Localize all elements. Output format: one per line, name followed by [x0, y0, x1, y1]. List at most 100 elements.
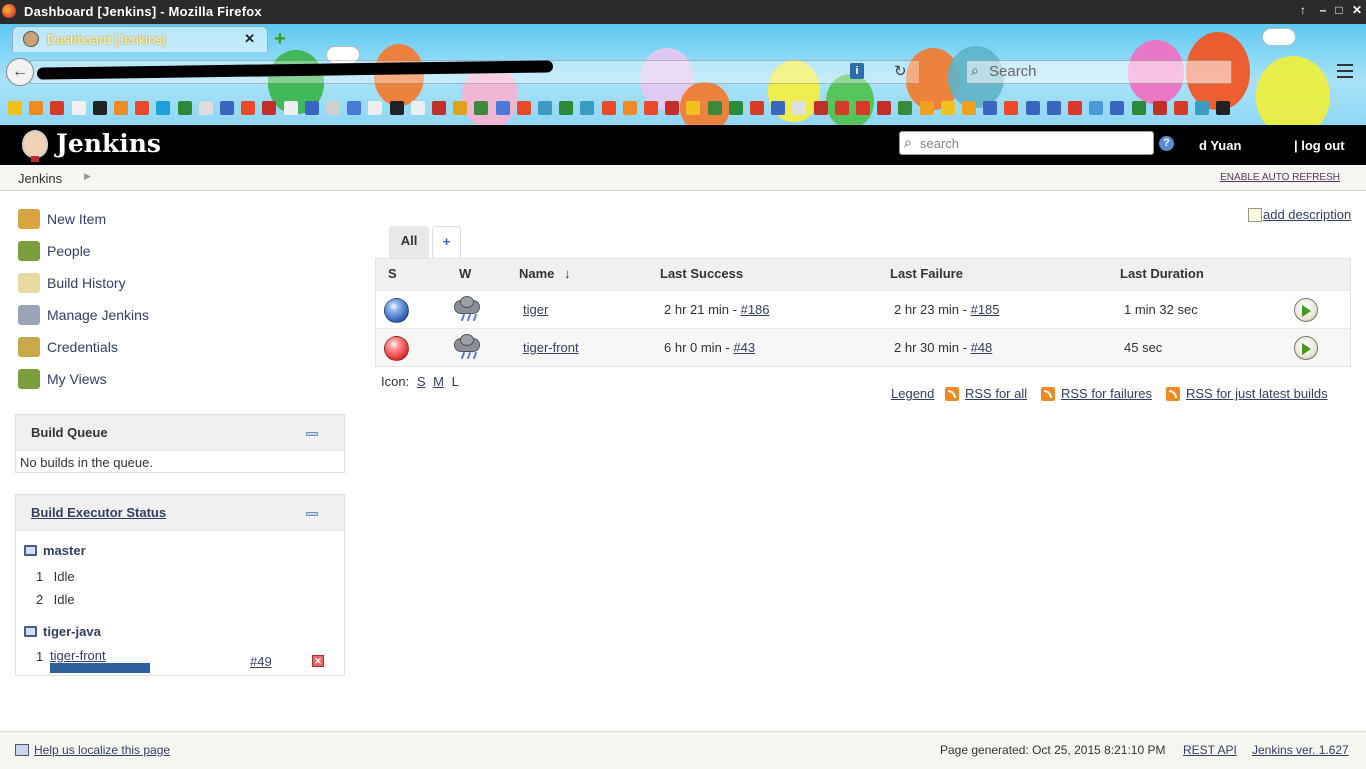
node-tiger-java[interactable]: tiger-java	[24, 624, 101, 639]
bookmark-favicon-icon[interactable]	[1068, 101, 1082, 115]
logout-link[interactable]: | log out	[1294, 138, 1345, 153]
reload-icon[interactable]: ↻	[894, 62, 907, 80]
bookmark-favicon-icon[interactable]	[665, 101, 680, 115]
bookmark-favicon-icon[interactable]	[156, 101, 171, 115]
bookmark-favicon-icon[interactable]	[347, 101, 362, 115]
window-maximize-button[interactable]: □	[1332, 3, 1346, 17]
bookmark-favicon-icon[interactable]	[389, 101, 404, 115]
bookmark-favicon-icon[interactable]	[559, 101, 574, 115]
bookmark-favicon-icon[interactable]	[707, 101, 722, 115]
bookmark-favicon-icon[interactable]	[283, 101, 298, 115]
bookmark-favicon-icon[interactable]	[1025, 101, 1040, 115]
breadcrumb-arrow-icon[interactable]: ▶	[84, 171, 91, 182]
last-failure-build-link[interactable]: #185	[971, 302, 1000, 317]
bookmark-favicon-icon[interactable]	[1046, 101, 1061, 115]
bookmark-favicon-icon[interactable]	[919, 101, 934, 115]
window-close-button[interactable]: ✕	[1350, 3, 1364, 17]
executor-progress-bar[interactable]	[50, 663, 150, 673]
bookmark-favicon-icon[interactable]	[198, 101, 213, 115]
col-status[interactable]: S	[388, 266, 397, 281]
col-last-duration[interactable]: Last Duration	[1120, 266, 1204, 281]
bookmark-favicon-icon[interactable]	[856, 101, 870, 115]
thunderstorm-icon[interactable]	[452, 296, 482, 322]
rss-latest-link[interactable]: RSS for just latest builds	[1166, 386, 1328, 401]
tab-new-view[interactable]: +	[432, 226, 461, 258]
breadcrumb-jenkins[interactable]: Jenkins	[18, 171, 62, 186]
bookmark-favicon-icon[interactable]	[962, 101, 976, 115]
bookmark-favicon-icon[interactable]	[495, 101, 510, 115]
bookmark-favicon-icon[interactable]	[71, 101, 86, 115]
last-failure-build-link[interactable]: #48	[971, 340, 993, 355]
bookmark-favicon-icon[interactable]	[601, 101, 616, 115]
back-button[interactable]: ←	[6, 58, 34, 86]
jenkins-brand[interactable]: Jenkins	[56, 129, 161, 158]
help-icon[interactable]: ?	[1159, 136, 1174, 151]
bookmark-favicon-icon[interactable]	[1152, 101, 1167, 115]
user-name-link[interactable]: d Yuan	[1199, 138, 1241, 153]
url-bar[interactable]	[30, 60, 920, 84]
bookmark-favicon-icon[interactable]	[241, 101, 256, 115]
sidebar-item-my-views[interactable]: My Views	[16, 366, 346, 398]
bookmark-favicon-icon[interactable]	[368, 101, 383, 115]
icon-size-medium-link[interactable]: M	[433, 374, 444, 389]
executor-status-title[interactable]: Build Executor Status	[31, 505, 166, 520]
col-weather[interactable]: W	[459, 266, 471, 281]
executor-build-link[interactable]: #49	[250, 654, 272, 669]
bookmark-favicon-icon[interactable]	[813, 101, 828, 115]
node-master[interactable]: master	[24, 543, 86, 558]
bookmark-favicon-icon[interactable]	[326, 101, 340, 115]
bookmark-favicon-icon[interactable]	[1131, 101, 1146, 115]
icon-size-small-link[interactable]: S	[417, 374, 426, 389]
collapse-icon[interactable]	[306, 432, 318, 436]
executor-job-link[interactable]: tiger-front	[50, 648, 106, 663]
stop-build-icon[interactable]: ✕	[312, 655, 324, 667]
window-raise-button[interactable]: ↑	[1296, 3, 1310, 17]
browser-tab-active[interactable]: Dashboard [Jenkins] ✕	[12, 26, 268, 52]
status-blue-ball-icon[interactable]	[384, 298, 409, 323]
rss-all-link[interactable]: RSS for all	[945, 386, 1027, 401]
legend-link[interactable]: Legend	[891, 386, 934, 401]
bookmark-favicon-icon[interactable]	[898, 101, 913, 115]
schedule-build-icon[interactable]	[1294, 298, 1318, 322]
bookmark-favicon-icon[interactable]	[622, 101, 637, 115]
jenkins-version-link[interactable]: Jenkins ver. 1.627	[1252, 743, 1349, 757]
jenkins-search-input[interactable]: ⌕ search	[899, 131, 1154, 155]
help-localize-link[interactable]: Help us localize this page	[15, 743, 170, 757]
bookmark-favicon-icon[interactable]	[1216, 101, 1231, 115]
bookmark-favicon-icon[interactable]	[92, 101, 107, 115]
bookmark-favicon-icon[interactable]	[1004, 101, 1019, 115]
bookmark-favicon-icon[interactable]	[877, 101, 892, 115]
bookmark-favicon-icon[interactable]	[474, 101, 489, 115]
bookmark-favicon-icon[interactable]	[750, 101, 764, 115]
bookmark-favicon-icon[interactable]	[983, 101, 998, 115]
window-minimize-button[interactable]: –	[1316, 3, 1330, 17]
bookmark-favicon-icon[interactable]	[516, 101, 531, 115]
last-success-build-link[interactable]: #43	[733, 340, 755, 355]
add-description-link[interactable]: add description	[1248, 207, 1351, 222]
bookmark-favicon-icon[interactable]	[940, 101, 955, 115]
sidebar-item-credentials[interactable]: Credentials	[16, 334, 346, 366]
thunderstorm-icon[interactable]	[452, 334, 482, 360]
sidebar-item-build-history[interactable]: Build History	[16, 270, 346, 302]
sidebar-item-people[interactable]: People	[16, 238, 346, 270]
browser-search-input[interactable]: ⌕ Search	[966, 60, 1232, 84]
sidebar-item-manage-jenkins[interactable]: Manage Jenkins	[16, 302, 346, 334]
schedule-build-icon[interactable]	[1294, 336, 1318, 360]
bookmark-favicon-icon[interactable]	[50, 101, 65, 115]
rss-failures-link[interactable]: RSS for failures	[1041, 386, 1152, 401]
bookmark-favicon-icon[interactable]	[644, 101, 658, 115]
bookmark-favicon-icon[interactable]	[177, 101, 192, 115]
bookmark-favicon-icon[interactable]	[29, 101, 44, 115]
last-success-build-link[interactable]: #186	[741, 302, 770, 317]
bookmark-favicon-icon[interactable]	[8, 101, 22, 115]
bookmark-favicon-icon[interactable]	[580, 101, 595, 115]
tab-close-icon[interactable]: ✕	[244, 31, 255, 47]
job-link[interactable]: tiger-front	[523, 340, 579, 355]
site-identity-icon[interactable]: i	[850, 63, 864, 79]
bookmark-favicon-icon[interactable]	[453, 101, 468, 115]
col-last-success[interactable]: Last Success	[660, 266, 743, 281]
bookmark-favicon-icon[interactable]	[1089, 101, 1104, 115]
bookmark-favicon-icon[interactable]	[135, 101, 150, 115]
bookmark-favicon-icon[interactable]	[771, 101, 786, 115]
menu-hamburger-icon[interactable]	[1337, 64, 1353, 78]
